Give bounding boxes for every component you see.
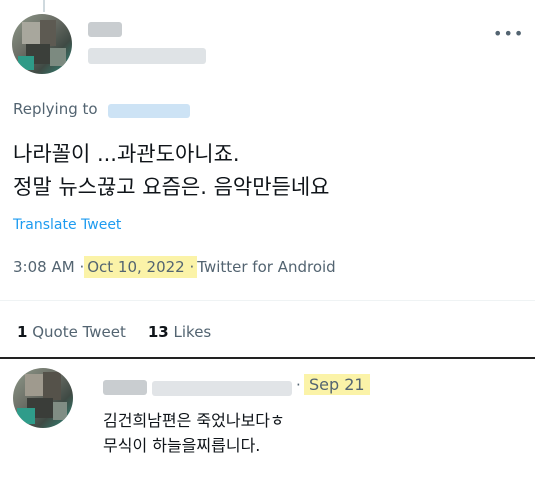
replying-to-handle-blurred[interactable] — [108, 104, 190, 118]
reply-text-line: 김건희남편은 죽었나보다ㅎ — [103, 411, 285, 430]
tweet-text-line: 나라꼴이 ...과관도아니죠. — [13, 142, 240, 166]
author-name-blurred[interactable] — [88, 22, 122, 37]
tweet-meta: 3:08 AM · Oct 10, 2022 · Twitter for Andro… — [13, 256, 336, 278]
tweet-text-line: 정말 뉴스끊고 요즘은. 음악만듣네요 — [13, 175, 330, 199]
tweet-stats: 1 Quote Tweet 13 Likes — [17, 323, 211, 341]
author-handle-blurred[interactable] — [88, 48, 206, 64]
quote-label: Quote Tweet — [32, 323, 126, 341]
avatar[interactable] — [12, 14, 72, 74]
reply-author-name-blurred[interactable] — [103, 380, 147, 395]
more-horizontal-icon[interactable]: ••• — [493, 24, 524, 43]
thread-line — [43, 0, 45, 12]
separator-dot: · — [296, 376, 301, 394]
reply-text-line: 무식이 하늘을찌릅니다. — [103, 436, 261, 455]
reply-avatar[interactable] — [13, 368, 73, 428]
quote-tweets-link[interactable]: 1 Quote Tweet — [17, 323, 126, 341]
quote-count: 1 — [17, 323, 28, 341]
tweet-text: 나라꼴이 ...과관도아니죠. 정말 뉴스끊고 요즘은. 음악만듣네요 — [13, 138, 330, 204]
reply-author-handle-blurred[interactable] — [152, 381, 292, 396]
reply-date[interactable]: Sep 21 — [304, 374, 370, 395]
translate-tweet-link[interactable]: Translate Tweet — [13, 217, 121, 233]
divider — [0, 300, 535, 301]
tweet-time[interactable]: 3:08 AM — [13, 258, 75, 276]
replying-to-label: Replying to — [13, 100, 98, 118]
likes-link[interactable]: 13 Likes — [148, 323, 211, 341]
likes-label: Likes — [173, 323, 212, 341]
tweet-date[interactable]: Oct 10, 2022 · — [84, 256, 198, 278]
tweet-source[interactable]: Twitter for Android — [197, 258, 335, 276]
reply-text: 김건희남편은 죽었나보다ㅎ 무식이 하늘을찌릅니다. — [103, 408, 285, 458]
screenshot-separator — [0, 357, 535, 359]
like-count: 13 — [147, 323, 169, 341]
